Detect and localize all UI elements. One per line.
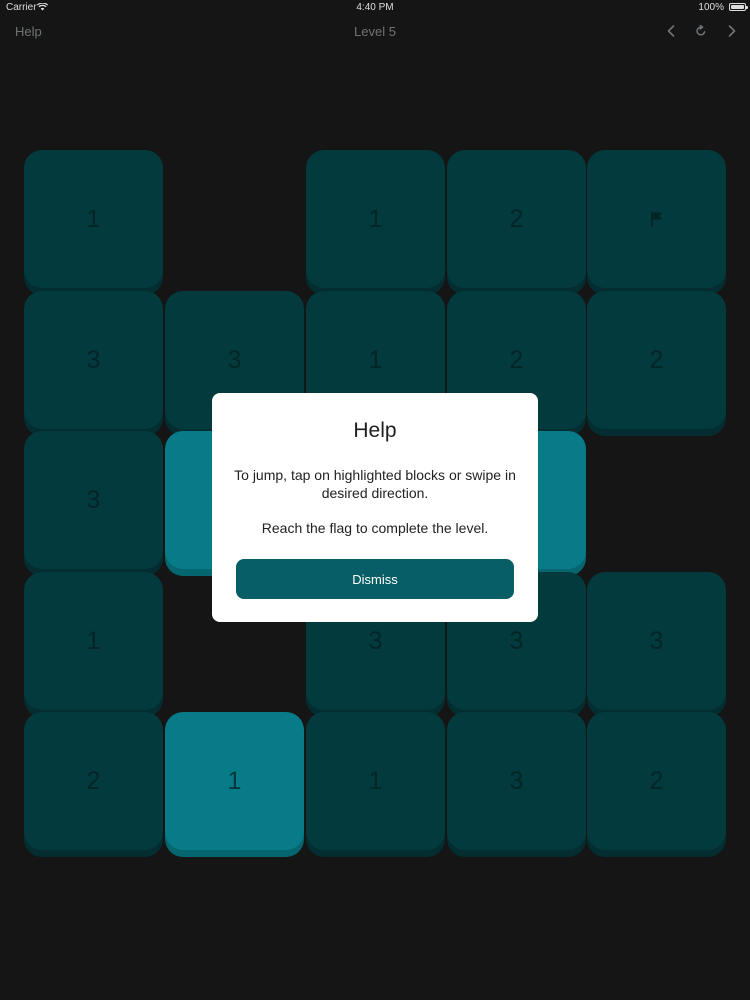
dialog-overlay: Help To jump, tap on highlighted blocks … — [0, 0, 750, 1000]
dialog-message-flag: Reach the flag to complete the level. — [261, 520, 489, 536]
dialog-title: Help — [353, 419, 397, 442]
help-dialog: Help To jump, tap on highlighted blocks … — [212, 393, 538, 622]
dismiss-button[interactable]: Dismiss — [236, 559, 514, 599]
dialog-message-jump: To jump, tap on highlighted blocks or sw… — [234, 467, 516, 501]
